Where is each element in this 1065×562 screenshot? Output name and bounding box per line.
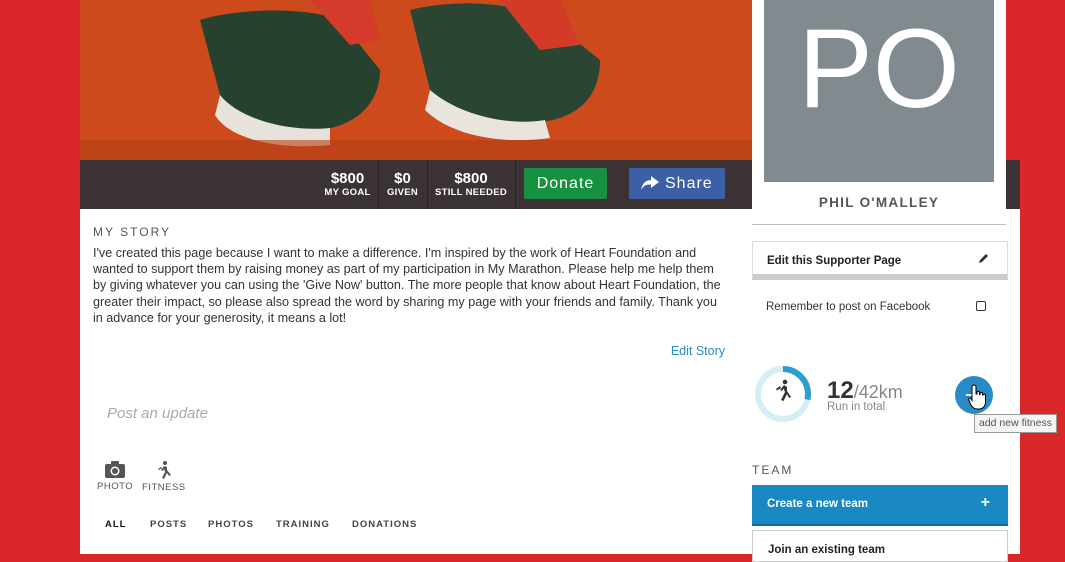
- share-icon: [641, 176, 659, 190]
- running-shoes-image: [80, 0, 752, 160]
- given-label: GIVEN: [386, 187, 419, 198]
- hand-cursor-icon: [968, 384, 986, 410]
- avatar: PO: [764, 0, 994, 182]
- add-fitness-tooltip: add new fitness: [974, 414, 1057, 433]
- given-stat: $0 GIVEN: [378, 160, 428, 209]
- plus-icon: +: [980, 494, 990, 511]
- facebook-reminder[interactable]: Remember to post on Facebook: [752, 293, 1006, 323]
- story-text: I've created this page because I want to…: [93, 246, 721, 325]
- still-needed-label: STILL NEEDED: [434, 187, 508, 198]
- fitness-total: /42km: [853, 382, 903, 402]
- share-button[interactable]: Share: [629, 168, 725, 199]
- camera-icon: [105, 461, 126, 478]
- profile-name: PHIL O'MALLEY: [818, 195, 940, 210]
- fitness-button[interactable]: FITNESS: [142, 461, 186, 493]
- main-content: MY STORY I've created this page because …: [80, 209, 752, 554]
- join-team-label: Join an existing team: [768, 544, 885, 556]
- tab-photos[interactable]: PHOTOS: [208, 519, 254, 530]
- still-needed-stat: $800 STILL NEEDED: [427, 160, 516, 209]
- pencil-icon: [979, 254, 988, 263]
- fitness-caption: Run in total: [827, 401, 886, 413]
- runner-icon: [157, 461, 171, 479]
- tab-all[interactable]: ALL: [105, 519, 126, 530]
- fitness-label: FITNESS: [142, 482, 186, 493]
- still-needed-amount: $800: [454, 170, 488, 187]
- facebook-reminder-label: Remember to post on Facebook: [766, 301, 931, 313]
- donate-button[interactable]: Donate: [524, 168, 607, 199]
- fitness-value: 12: [827, 377, 854, 404]
- story-heading: MY STORY: [93, 225, 172, 239]
- fitness-summary: 12/42km Run in total: [827, 377, 903, 413]
- edit-supporter-page-label: Edit this Supporter Page: [767, 255, 902, 267]
- sidebar: Edit this Supporter Page Remember to pos…: [752, 209, 1057, 562]
- create-team-button[interactable]: Create a new team +: [752, 485, 1008, 526]
- tab-posts[interactable]: POSTS: [150, 519, 187, 530]
- edit-supporter-page-button[interactable]: Edit this Supporter Page: [752, 241, 1008, 280]
- photo-label: PHOTO: [97, 481, 134, 492]
- my-goal-stat: $800 MY GOAL: [317, 160, 379, 209]
- my-goal-label: MY GOAL: [324, 187, 371, 198]
- post-update-input[interactable]: Post an update: [107, 405, 208, 422]
- tab-training[interactable]: TRAINING: [276, 519, 330, 530]
- runner-icon: [776, 379, 791, 401]
- given-amount: $0: [394, 170, 411, 187]
- team-heading: TEAM: [752, 463, 794, 477]
- join-team-button[interactable]: Join an existing team: [752, 530, 1008, 562]
- create-team-label: Create a new team: [767, 498, 868, 510]
- edit-story-link[interactable]: Edit Story: [671, 344, 725, 358]
- tab-donations[interactable]: DONATIONS: [352, 519, 417, 530]
- fitness-progress-ring: [755, 366, 811, 422]
- facebook-reminder-checkbox[interactable]: [976, 301, 986, 311]
- my-goal-amount: $800: [330, 170, 365, 187]
- cover-image: [80, 0, 752, 160]
- profile-card: PO PHIL O'MALLEY: [752, 0, 1006, 225]
- photo-button[interactable]: PHOTO: [97, 461, 133, 492]
- share-label: Share: [665, 175, 713, 192]
